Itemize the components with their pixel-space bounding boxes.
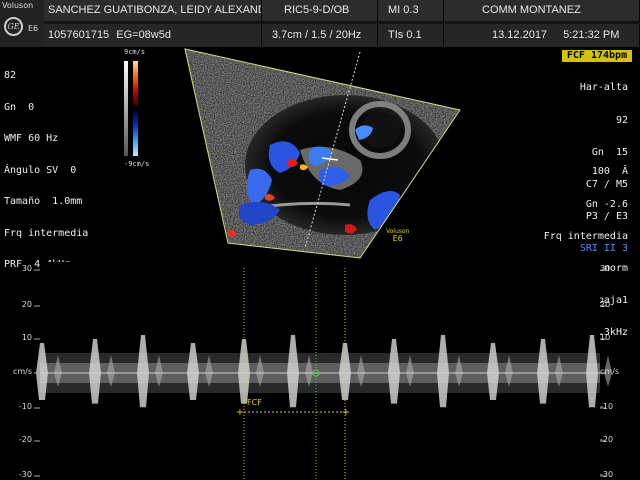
axis-tick-label: -10 bbox=[18, 402, 32, 411]
axis-tick-label: -30 bbox=[18, 470, 32, 479]
axis-tick-label: 20 bbox=[600, 300, 611, 309]
bmode-image bbox=[185, 49, 460, 258]
caliper-marker-left: + bbox=[236, 407, 244, 418]
axis-tick-label: 10 bbox=[600, 333, 611, 342]
ultrasound-canvas: + + bbox=[34, 48, 612, 480]
axis-tick-label: -10 bbox=[600, 402, 614, 411]
axis-tick-label: -30 bbox=[600, 470, 614, 479]
fcf-caliper-label: FCF bbox=[247, 398, 262, 407]
axis-tick-label: 10 bbox=[21, 333, 32, 342]
axis-tick-label: cm/s bbox=[12, 367, 32, 376]
axis-tick-label: 20 bbox=[21, 300, 32, 309]
watermark-model: E6 bbox=[392, 234, 403, 243]
axis-tick-label: cm/s bbox=[600, 367, 620, 376]
caliper-marker-right: + bbox=[342, 407, 350, 418]
image-watermark: Voluson E6 bbox=[386, 228, 409, 243]
axis-tick-label: 30 bbox=[21, 264, 32, 273]
axis-tick-label: 30 bbox=[600, 264, 611, 273]
axis-tick-label: -20 bbox=[18, 435, 32, 444]
spectral-display: + + bbox=[34, 262, 612, 480]
axis-tick-label: -20 bbox=[600, 435, 614, 444]
